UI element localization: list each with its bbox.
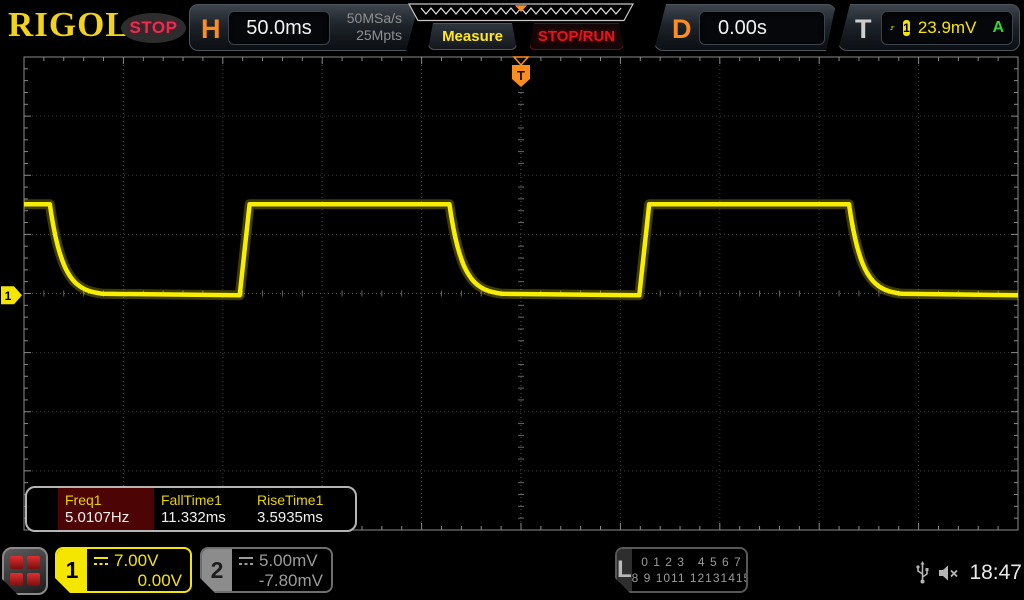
measurement-name: Freq1 — [65, 492, 154, 508]
measure-button[interactable]: Measure — [428, 23, 517, 50]
usb-icon — [916, 561, 929, 584]
speaker-muted-icon — [938, 564, 960, 582]
channel1-scale: 7.00V — [114, 551, 158, 571]
measurement-value: 5.0107Hz — [65, 509, 154, 526]
horizontal-panel[interactable]: H 50.0ms 50MSa/s 25Mpts — [189, 4, 419, 51]
measurement-panel: Freq1 5.0107Hz FallTime1 11.332ms RiseTi… — [25, 486, 357, 532]
acquisition-info: 50MSa/s 25Mpts — [347, 10, 402, 44]
brand-logo: RIGOL — [8, 5, 130, 45]
measurement-name: RiseTime1 — [257, 492, 346, 508]
channel2-offset: -7.80mV — [238, 571, 323, 591]
memory-waveform-preview — [408, 3, 634, 22]
measurement-value: 3.5935ms — [257, 509, 346, 526]
measurement-item-freq1[interactable]: Freq1 5.0107Hz — [58, 488, 154, 530]
trigger-label: T — [855, 14, 872, 45]
logic-row-8-15: 8 9 1011 12131415 — [632, 571, 748, 585]
trigger-position-marker[interactable]: T — [512, 57, 530, 87]
status-icons: 18:47 — [916, 545, 1022, 600]
menu-grid-button[interactable] — [2, 547, 48, 595]
trigger-level-value: 23.9mV — [918, 18, 977, 38]
oscilloscope-screen: 1 T RIGOL STOP H 50.0ms 50MSa/s 25Mpts Me… — [0, 0, 1024, 600]
trigger-sweep-mode: A — [992, 19, 1004, 37]
top-bar: RIGOL STOP H 50.0ms 50MSa/s 25Mpts Measu… — [0, 0, 1024, 55]
menu-grid-icon — [10, 556, 23, 569]
measurement-item-falltime1[interactable]: FallTime1 11.332ms — [154, 488, 250, 530]
svg-text:1: 1 — [5, 289, 12, 303]
channel2-number: 2 — [202, 549, 232, 591]
channel2-status[interactable]: 2 5.00mV -7.80mV — [200, 547, 333, 593]
clock: 18:47 — [969, 561, 1022, 585]
run-state-badge: STOP — [121, 13, 186, 43]
horizontal-label: H — [201, 14, 221, 45]
memory-position-bar[interactable] — [408, 3, 634, 22]
logic-channel-list: 0 1 2 3 4 5 6 7 8 9 1011 12131415 — [632, 549, 748, 591]
bottom-bar: 1 7.00V 0.00V 2 — [0, 545, 1024, 600]
logic-channels-status[interactable]: L 0 1 2 3 4 5 6 7 8 9 1011 12131415 — [615, 547, 748, 593]
trigger-panel[interactable]: T 1 23.9mV A — [838, 4, 1020, 51]
channel1-offset: 0.00V — [93, 571, 182, 591]
dc-coupling-icon — [93, 556, 109, 566]
menu-grid-icon — [27, 573, 40, 586]
menu-grid-icon — [10, 573, 23, 586]
logic-row-0-7: 0 1 2 3 4 5 6 7 — [632, 555, 748, 569]
channel1-number: 1 — [57, 549, 87, 591]
channel1-status[interactable]: 1 7.00V 0.00V — [55, 547, 192, 593]
rising-edge-icon — [890, 19, 895, 37]
measurement-name: FallTime1 — [161, 492, 250, 508]
trigger-source-badge: 1 — [903, 20, 910, 36]
menu-grid-icon — [27, 556, 40, 569]
dc-coupling-icon — [238, 556, 254, 566]
svg-text:T: T — [517, 68, 525, 83]
delay-display: 0.00s — [699, 11, 825, 45]
delay-panel[interactable]: D 0.00s — [654, 4, 836, 51]
channel1-values: 7.00V 0.00V — [87, 549, 190, 591]
channel1-ground-marker[interactable]: 1 — [1, 286, 22, 304]
stop-run-button[interactable]: STOP/RUN — [529, 23, 624, 50]
channel2-scale: 5.00mV — [259, 551, 318, 571]
memory-depth: 25Mpts — [347, 27, 402, 44]
measurement-item-risetime1[interactable]: RiseTime1 3.5935ms — [250, 488, 346, 530]
delay-label: D — [672, 14, 692, 45]
sample-rate: 50MSa/s — [347, 10, 402, 27]
measurement-value: 11.332ms — [161, 509, 250, 526]
channel2-values: 5.00mV -7.80mV — [232, 549, 331, 591]
logic-label: L — [617, 549, 632, 591]
trigger-display: 1 23.9mV A — [881, 11, 1013, 45]
timebase-display: 50.0ms — [228, 11, 330, 45]
